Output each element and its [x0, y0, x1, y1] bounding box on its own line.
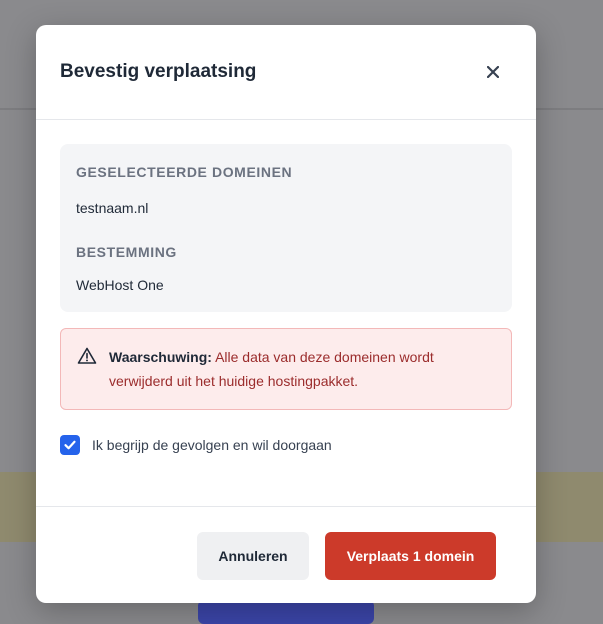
- cancel-button[interactable]: Annuleren: [197, 532, 309, 580]
- confirm-label[interactable]: Ik begrijp de gevolgen en wil doorgaan: [92, 437, 332, 453]
- dialog-title: Bevestig verplaatsing: [60, 61, 257, 82]
- confirm-checkbox-row[interactable]: Ik begrijp de gevolgen en wil doorgaan: [60, 435, 332, 455]
- domains-value: testnaam.nl: [76, 200, 149, 216]
- close-button[interactable]: [482, 61, 504, 83]
- background-button: [198, 600, 374, 624]
- destination-value: WebHost One: [76, 277, 164, 293]
- warning-alert: Waarschuwing: Alle data van deze domeine…: [60, 328, 512, 410]
- move-domain-button[interactable]: Verplaats 1 domein: [325, 532, 496, 580]
- warning-label: Waarschuwing:: [109, 349, 212, 365]
- close-icon: [487, 66, 499, 78]
- dialog-header: Bevestig verplaatsing: [36, 25, 536, 120]
- dialog-footer: Annuleren Verplaats 1 domein: [36, 506, 536, 603]
- confirm-move-dialog: Bevestig verplaatsing GESELECTEERDE DOME…: [36, 25, 536, 603]
- selection-summary: GESELECTEERDE DOMEINEN testnaam.nl BESTE…: [60, 144, 512, 312]
- destination-heading: BESTEMMING: [76, 244, 177, 260]
- warning-triangle-icon: [77, 347, 97, 364]
- checkmark-icon: [64, 440, 76, 450]
- confirm-checkbox[interactable]: [60, 435, 80, 455]
- domains-heading: GESELECTEERDE DOMEINEN: [76, 164, 293, 180]
- warning-text: Waarschuwing: Alle data van deze domeine…: [109, 345, 495, 409]
